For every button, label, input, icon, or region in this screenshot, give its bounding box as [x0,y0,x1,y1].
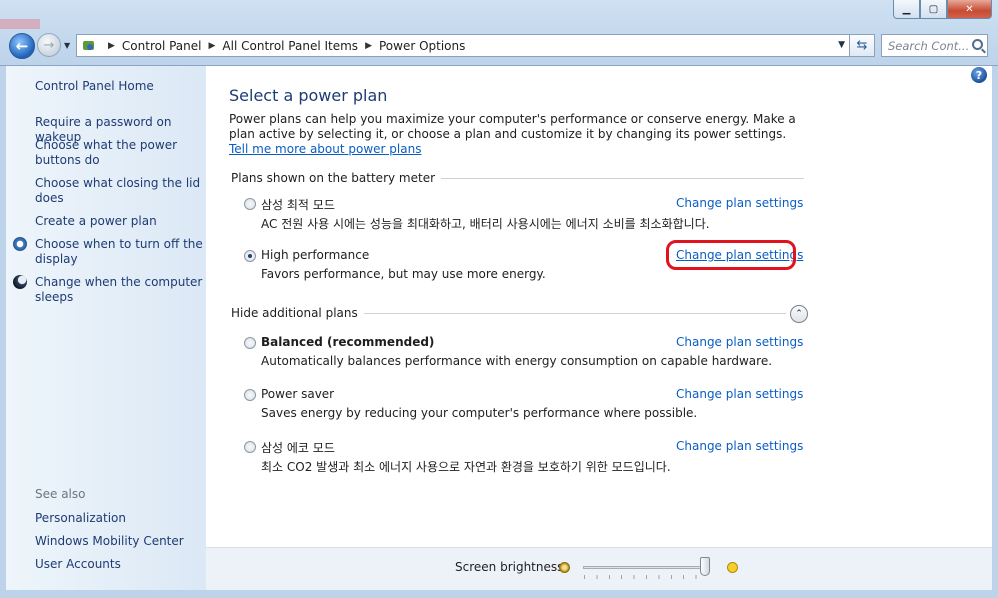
chevron-right-icon[interactable]: ▶ [365,41,372,51]
display-clock-icon [13,237,27,251]
plan-description: AC 전원 사용 시에는 성능을 최대화하고, 배터리 사용시에는 에너지 소비… [261,217,710,231]
plan-radio[interactable] [244,337,256,349]
turn-off-display-link[interactable]: Choose when to turn off the display [35,237,203,267]
plan-name[interactable]: 삼성 최적 모드 [261,196,335,213]
brightness-slider-track[interactable] [583,566,710,569]
search-input[interactable]: Search Cont... [881,34,988,57]
breadcrumb-all-items[interactable]: All Control Panel Items [222,39,358,53]
minimize-button[interactable]: ▁ [893,0,920,19]
battery-meter-group-label: Plans shown on the battery meter [231,171,442,185]
plan-name[interactable]: 삼성 에코 모드 [261,439,335,456]
chevron-up-icon: ⌃ [795,309,803,319]
brightness-bar: Screen brightness: [206,547,992,590]
arrow-left-icon: ← [15,37,29,55]
refresh-button[interactable]: ⇆ [850,34,875,57]
mobility-center-link[interactable]: Windows Mobility Center [35,534,203,549]
plan-radio-selected[interactable] [244,250,256,262]
chevron-right-icon[interactable]: ▶ [108,41,115,51]
power-buttons-link[interactable]: Choose what the power buttons do [35,138,203,168]
page-title: Select a power plan [229,86,388,105]
brightness-slider-ticks [584,575,708,579]
change-plan-settings-link[interactable]: Change plan settings [676,196,803,210]
personalization-link[interactable]: Personalization [35,511,203,526]
breadcrumb-control-panel[interactable]: Control Panel [122,39,202,53]
search-placeholder: Search Cont... [888,38,970,53]
closing-lid-link[interactable]: Choose what closing the lid does [35,176,203,206]
address-bar[interactable]: ▶ Control Panel ▶ All Control Panel Item… [76,34,850,57]
brightness-slider-thumb[interactable] [700,557,710,576]
breadcrumb-power-options[interactable]: Power Options [379,39,465,53]
description-text: Power plans can help you maximize your c… [229,112,796,141]
create-plan-link[interactable]: Create a power plan [35,214,203,229]
change-plan-settings-link[interactable]: Change plan settings [676,335,803,349]
window-frame-right [992,66,998,598]
main-content: Select a power plan Power plans can help… [206,66,992,546]
dim-brightness-icon [559,562,570,573]
plan-description: Saves energy by reducing your computer's… [261,406,698,420]
hide-additional-plans-label[interactable]: Hide additional plans [231,306,364,320]
chevron-down-icon[interactable]: ▼ [838,40,845,50]
collapse-button[interactable]: ⌃ [790,305,808,323]
window-controls: ▁ ▢ ✕ [893,0,992,20]
control-panel-icon [81,38,97,54]
see-also-heading: See also [35,487,86,501]
plan-description: Favors performance, but may use more ene… [261,267,546,281]
maximize-button[interactable]: ▢ [920,0,947,19]
plan-name[interactable]: Power saver [261,387,334,401]
plan-description: 최소 CO2 발생과 최소 에너지 사용으로 자연과 환경을 보호하기 위한 모… [261,460,671,474]
user-accounts-link[interactable]: User Accounts [35,557,203,572]
back-button[interactable]: ← [9,33,35,59]
close-button[interactable]: ✕ [947,0,992,19]
search-icon[interactable] [972,39,983,50]
plan-radio[interactable] [244,441,256,453]
plan-name[interactable]: Balanced (recommended) [261,335,434,349]
sleep-moon-icon [13,275,27,289]
plan-radio[interactable] [244,198,256,210]
computer-sleeps-link[interactable]: Change when the computer sleeps [35,275,203,305]
change-plan-settings-link[interactable]: Change plan settings [676,439,803,453]
task-pane: Control Panel Home Require a password on… [6,66,206,590]
window-frame-bottom [0,590,998,598]
tell-me-more-link[interactable]: Tell me more about power plans [229,142,421,156]
forward-button[interactable]: → [37,33,61,57]
plan-name[interactable]: High performance [261,248,369,262]
screen-brightness-label: Screen brightness: [455,560,568,574]
recent-pages-dropdown[interactable]: ▼ [64,41,70,50]
chevron-right-icon[interactable]: ▶ [209,41,216,51]
taskbar-artifact [0,19,40,29]
red-highlight-annotation [666,240,796,270]
bright-sun-icon [723,558,741,576]
control-panel-home-link[interactable]: Control Panel Home [35,79,203,94]
plan-radio[interactable] [244,389,256,401]
page-description: Power plans can help you maximize your c… [229,112,809,157]
refresh-icon: ⇆ [856,38,868,53]
arrow-right-icon: → [43,37,55,53]
change-plan-settings-link[interactable]: Change plan settings [676,387,803,401]
plan-description: Automatically balances performance with … [261,354,773,368]
